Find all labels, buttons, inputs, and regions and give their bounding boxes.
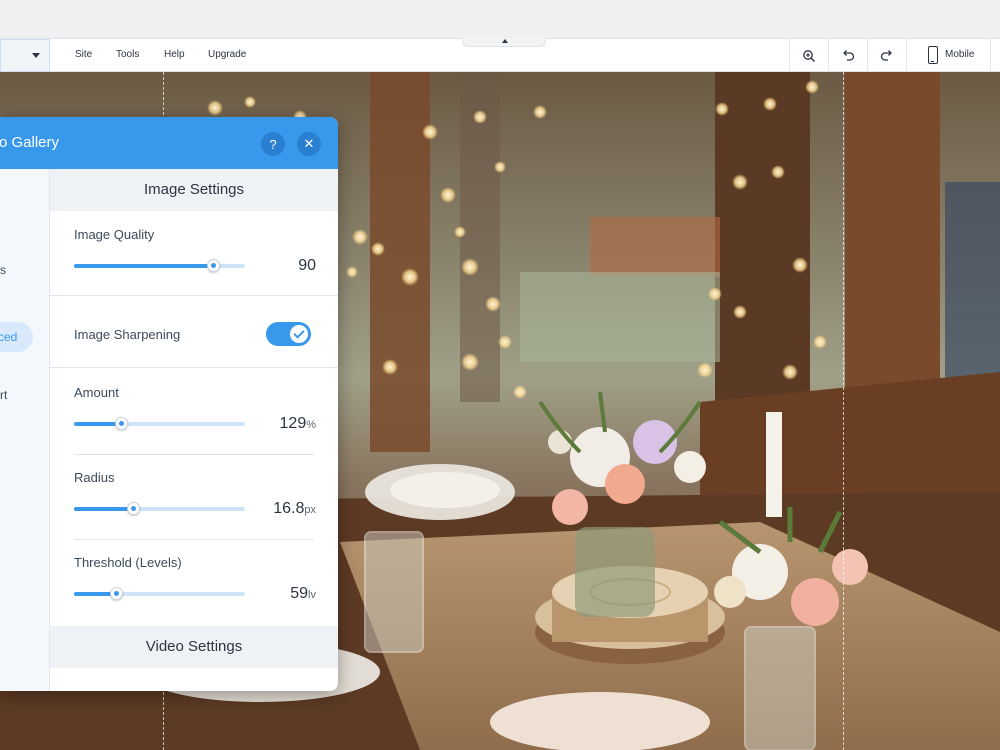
image-quality-label: Image Quality bbox=[74, 227, 155, 242]
image-quality-slider[interactable] bbox=[74, 259, 245, 272]
panel-side-nav: s ced rt bbox=[0, 169, 50, 691]
image-sharpening-toggle[interactable] bbox=[266, 322, 311, 346]
zoom-in-icon[interactable] bbox=[799, 46, 819, 66]
video-settings-header[interactable]: Video Settings bbox=[50, 626, 338, 668]
radius-label: Radius bbox=[74, 470, 115, 485]
slider-handle[interactable] bbox=[126, 502, 140, 515]
image-quality-value: 90 bbox=[298, 257, 316, 274]
toolbar-divider bbox=[867, 39, 868, 72]
image-settings-header: Image Settings bbox=[50, 169, 338, 211]
slider-fill bbox=[74, 264, 215, 268]
image-sharpening-label: Image Sharpening bbox=[74, 327, 181, 342]
toolbar-divider bbox=[906, 39, 907, 72]
radius-slider[interactable] bbox=[74, 502, 245, 515]
mobile-phone-icon bbox=[928, 46, 938, 64]
slider-handle[interactable] bbox=[207, 259, 221, 272]
page-select-dropdown[interactable] bbox=[0, 39, 50, 72]
toolbar-divider bbox=[828, 39, 829, 72]
menu-site[interactable]: Site bbox=[75, 49, 92, 60]
menu-upgrade[interactable]: Upgrade bbox=[208, 49, 246, 60]
threshold-slider[interactable] bbox=[74, 587, 245, 600]
amount-slider[interactable] bbox=[74, 417, 245, 430]
slider-fill bbox=[74, 507, 134, 511]
top-strip bbox=[0, 0, 1000, 38]
slider-handle[interactable] bbox=[109, 587, 123, 600]
panel-content: Image Settings Image Quality 90 Image Sh… bbox=[50, 169, 338, 691]
mobile-label: Mobile bbox=[945, 49, 975, 60]
panel-header: ro Gallery ? ✕ bbox=[0, 117, 338, 169]
divider bbox=[74, 454, 314, 455]
divider bbox=[50, 295, 338, 296]
toolbar-divider bbox=[789, 39, 790, 72]
menu-help[interactable]: Help bbox=[164, 49, 185, 60]
amount-label: Amount bbox=[74, 385, 119, 400]
pro-gallery-settings-panel: ro Gallery ? ✕ s ced rt Image Settings I… bbox=[0, 117, 338, 691]
checkmark-icon bbox=[290, 325, 308, 343]
nav-item-settings[interactable]: s bbox=[0, 263, 6, 277]
amount-value: 129% bbox=[279, 415, 316, 432]
redo-icon[interactable] bbox=[877, 46, 897, 66]
close-icon: ✕ bbox=[303, 136, 315, 151]
nav-item-advanced[interactable]: ced bbox=[0, 322, 33, 352]
threshold-label: Threshold (Levels) bbox=[74, 555, 182, 570]
chevron-up-icon bbox=[502, 39, 508, 43]
toolbar-divider bbox=[990, 39, 991, 72]
radius-value: 16.8px bbox=[273, 500, 316, 517]
menu-tools[interactable]: Tools bbox=[116, 49, 139, 60]
question-icon: ? bbox=[269, 136, 277, 152]
undo-icon[interactable] bbox=[838, 46, 858, 66]
close-button[interactable]: ✕ bbox=[297, 132, 321, 156]
chevron-down-icon bbox=[32, 53, 40, 58]
nav-item-support[interactable]: rt bbox=[0, 388, 7, 402]
divider bbox=[50, 367, 338, 368]
editor-toolbar: Site Tools Help Upgrade Mobile bbox=[0, 38, 1000, 72]
layout-guide-line bbox=[843, 72, 844, 750]
collapse-toolbar-tab[interactable] bbox=[462, 38, 546, 47]
threshold-value: 59lv bbox=[290, 585, 316, 602]
help-button[interactable]: ? bbox=[261, 132, 285, 156]
slider-handle[interactable] bbox=[114, 417, 128, 430]
mobile-view-button[interactable]: Mobile bbox=[918, 39, 990, 72]
panel-title: ro Gallery bbox=[0, 134, 60, 151]
divider bbox=[74, 539, 314, 540]
